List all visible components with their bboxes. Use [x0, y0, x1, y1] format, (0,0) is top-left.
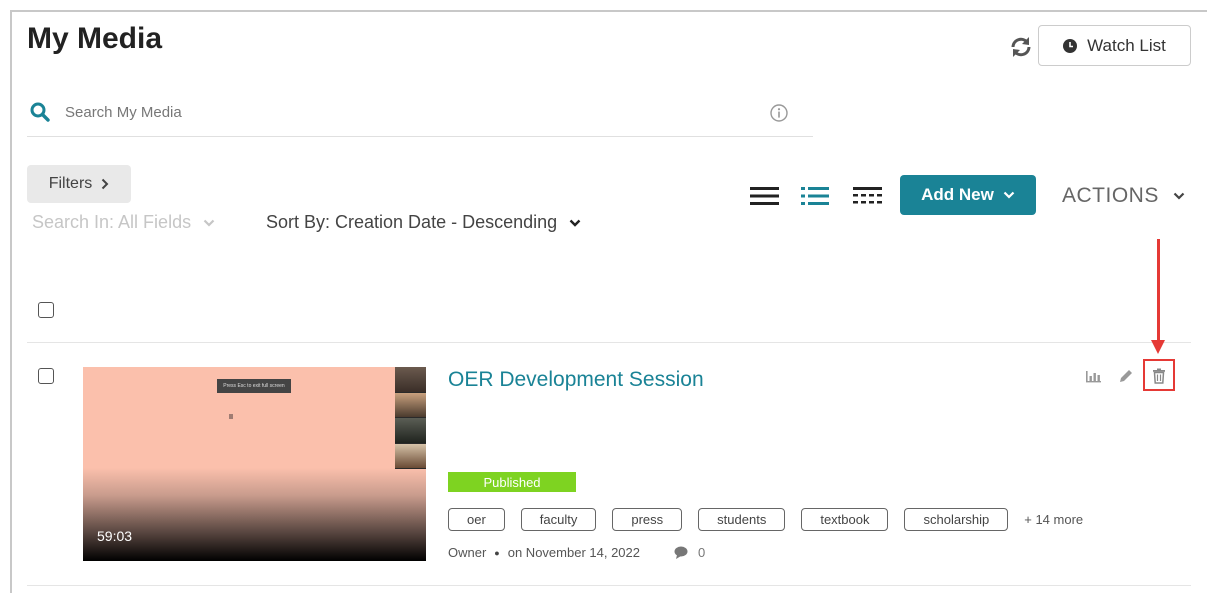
info-icon[interactable] [769, 103, 789, 123]
detailed-list-icon [801, 187, 829, 205]
creation-date: on November 14, 2022 [507, 545, 640, 560]
separator-dot: ● [494, 547, 500, 558]
list-view-icon [750, 187, 779, 205]
tag-scholarship[interactable]: scholarship [904, 508, 1009, 531]
pencil-icon [1120, 370, 1132, 382]
comment-icon [674, 546, 688, 559]
entry-title-link[interactable]: OER Development Session [448, 368, 704, 392]
chevron-down-icon [203, 219, 215, 227]
more-tags-link[interactable]: + 14 more [1024, 512, 1083, 527]
add-new-label: Add New [921, 185, 994, 204]
tag-faculty[interactable]: faculty [520, 508, 597, 531]
status-badge: Published [448, 472, 576, 492]
chevron-right-icon [102, 178, 109, 190]
annotation-arrow [1157, 239, 1160, 341]
chevron-down-icon [569, 219, 581, 227]
actions-label: ACTIONS [1062, 184, 1159, 207]
divider [27, 585, 1191, 586]
media-thumbnail[interactable]: Press Esc to exit full screen 59:03 [83, 367, 426, 561]
search-in-dropdown[interactable]: Search In: All Fields [32, 212, 215, 233]
participant-strip [395, 367, 426, 469]
owner-label: Owner [448, 545, 487, 560]
entry-checkbox[interactable] [38, 368, 54, 384]
tag-oer[interactable]: oer [448, 508, 505, 531]
watch-list-label: Watch List [1087, 35, 1166, 55]
bar-chart-icon [1086, 371, 1101, 383]
watch-list-button[interactable]: Watch List [1038, 25, 1191, 66]
participant-video [395, 367, 426, 393]
entry-meta: Owner ● on November 14, 2022 0 [448, 545, 705, 560]
actions-dropdown[interactable]: ACTIONS [1062, 184, 1185, 208]
chevron-down-icon [1003, 191, 1015, 199]
sort-by-dropdown[interactable]: Sort By: Creation Date - Descending [266, 212, 581, 233]
divider [27, 342, 1191, 343]
participant-video [395, 443, 426, 469]
search-input[interactable] [65, 98, 745, 126]
refresh-button[interactable] [1008, 34, 1034, 60]
table-view-icon [853, 187, 882, 204]
participant-video [395, 418, 426, 444]
chevron-down-icon [1173, 192, 1185, 200]
select-all-checkbox[interactable] [38, 302, 54, 318]
analytics-button[interactable] [1084, 366, 1104, 386]
search-icon[interactable] [30, 102, 50, 122]
refresh-icon [1011, 37, 1031, 57]
add-new-button[interactable]: Add New [900, 175, 1036, 215]
view-detailed-button[interactable] [798, 182, 832, 210]
comment-count: 0 [698, 545, 706, 560]
filters-label: Filters [48, 175, 93, 192]
thumbnail-caption: Press Esc to exit full screen [217, 379, 291, 393]
edit-button[interactable] [1116, 366, 1136, 386]
participant-video [395, 392, 426, 418]
tag-press[interactable]: press [612, 508, 683, 531]
sort-by-label: Sort By: Creation Date - Descending [266, 212, 558, 232]
duration-label: 59:03 [97, 528, 133, 544]
tag-list: oer faculty press students textbook scho… [448, 508, 1083, 531]
annotation-arrow-head [1151, 340, 1165, 354]
delete-highlight-box [1143, 359, 1175, 391]
search-in-label: Search In: All Fields [32, 212, 192, 232]
search-bar [27, 92, 813, 137]
tag-students[interactable]: students [698, 508, 786, 531]
tag-textbook[interactable]: textbook [801, 508, 889, 531]
view-list-button[interactable] [748, 182, 782, 210]
clock-icon [1063, 38, 1078, 53]
page-title: My Media [27, 22, 163, 55]
view-table-button[interactable] [851, 182, 885, 210]
thumbnail-cursor [229, 414, 233, 419]
filters-button[interactable]: Filters [27, 165, 131, 203]
